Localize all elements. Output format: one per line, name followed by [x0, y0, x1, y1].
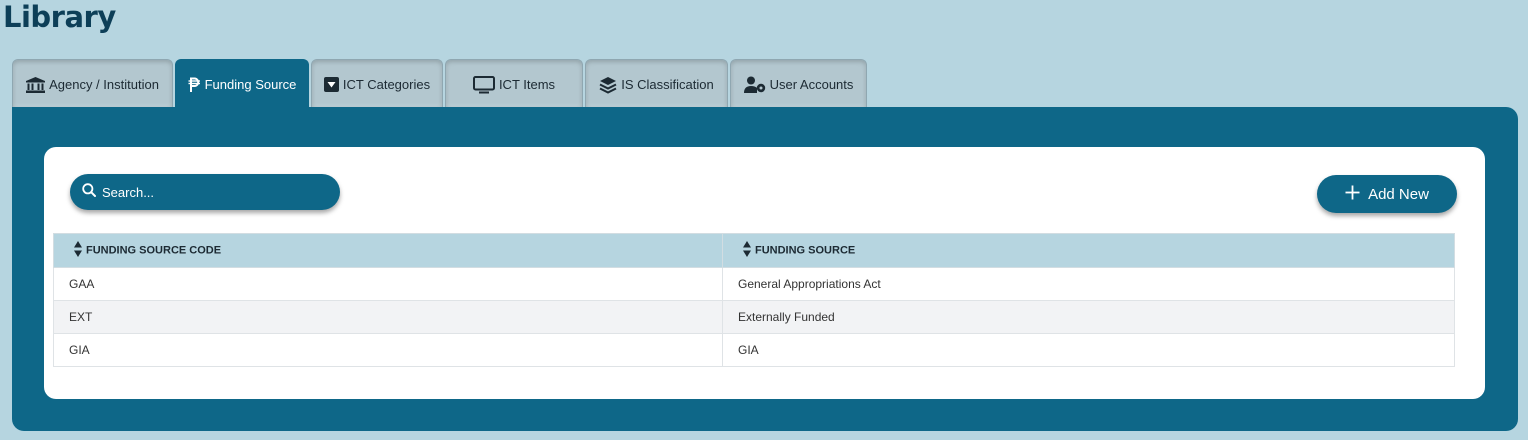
library-tabs: Agency / Institution Funding Source ICT … [12, 59, 867, 107]
tab-agency-institution[interactable]: Agency / Institution [12, 59, 173, 107]
column-header-label: FUNDING SOURCE CODE [86, 244, 222, 257]
table-header-row: FUNDING SOURCE CODE FUNDING SOURCE [53, 233, 1455, 268]
table-cell-source: Externally Funded [722, 300, 1455, 334]
tab-label: Funding Source [204, 77, 297, 92]
monitor-icon [472, 75, 495, 94]
caret-square-down-icon [323, 77, 339, 92]
tab-ict-categories[interactable]: ICT Categories [311, 59, 443, 107]
table-cell-code: GIA [53, 333, 723, 367]
table-row[interactable]: EXT Externally Funded [53, 300, 1455, 334]
add-new-label: Add New [1368, 185, 1429, 203]
column-header-funding-source-code[interactable]: FUNDING SOURCE CODE [53, 233, 723, 268]
tab-ict-items[interactable]: ICT Items [445, 59, 583, 107]
tab-is-classification[interactable]: IS Classification [585, 59, 728, 107]
search-icon [82, 182, 96, 202]
tab-content-panel: Add New FUNDING SOURCE CODE FUNDING SOUR… [12, 107, 1518, 431]
table-row[interactable]: GAA General Appropriations Act [53, 267, 1455, 301]
sort-icon [743, 241, 751, 260]
tab-user-accounts[interactable]: User Accounts [730, 59, 867, 107]
layers-icon [599, 76, 617, 94]
bank-icon [26, 76, 46, 93]
funding-source-table: FUNDING SOURCE CODE FUNDING SOURCE GAA G… [53, 233, 1455, 367]
tab-funding-source[interactable]: Funding Source [175, 59, 309, 107]
plus-icon [1345, 185, 1360, 204]
search-input[interactable] [102, 184, 322, 200]
user-gear-icon [743, 76, 766, 93]
funding-source-card: Add New FUNDING SOURCE CODE FUNDING SOUR… [44, 147, 1485, 399]
add-new-button[interactable]: Add New [1317, 175, 1457, 213]
tab-label: IS Classification [621, 77, 714, 92]
search-box[interactable] [70, 174, 340, 210]
peso-icon [188, 77, 201, 93]
sort-icon [74, 241, 82, 260]
column-header-label: FUNDING SOURCE [755, 244, 856, 257]
table-cell-code: GAA [53, 267, 723, 301]
tab-label: User Accounts [769, 77, 854, 92]
table-cell-source: GIA [722, 333, 1455, 367]
tab-label: Agency / Institution [49, 77, 159, 92]
tab-label: ICT Categories [342, 77, 431, 92]
column-header-funding-source[interactable]: FUNDING SOURCE [722, 233, 1455, 268]
table-cell-source: General Appropriations Act [722, 267, 1455, 301]
table-cell-code: EXT [53, 300, 723, 334]
page-title: Library [3, 0, 116, 34]
table-row[interactable]: GIA GIA [53, 333, 1455, 367]
tab-label: ICT Items [498, 77, 556, 92]
